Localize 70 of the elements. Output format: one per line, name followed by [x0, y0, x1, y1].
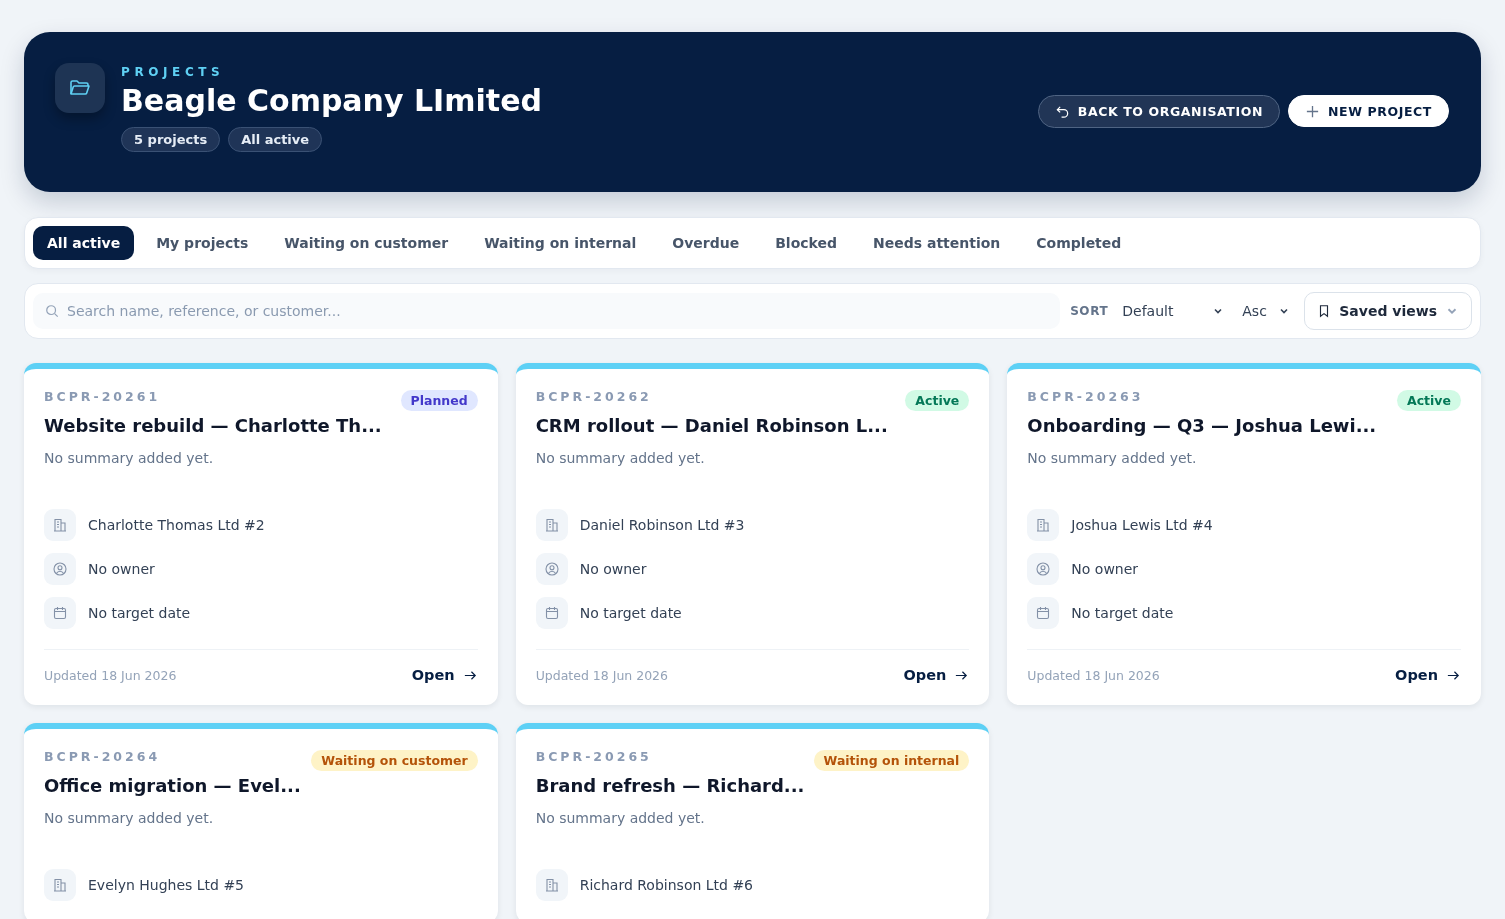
filter-tab[interactable]: Needs attention	[855, 226, 1019, 260]
calendar-icon	[1035, 605, 1052, 621]
project-reference: BCPR-20263	[1027, 389, 1144, 404]
user-icon	[543, 561, 560, 577]
updated-date: Updated 18 Jun 2026	[535, 667, 669, 683]
meta-text: Joshua Lewis Ltd #4	[1071, 517, 1213, 533]
project-reference: BCPR-20265	[535, 749, 652, 764]
filter-tab[interactable]: My projects	[138, 226, 267, 260]
project-reference: BCPR-20261	[44, 389, 161, 404]
section-label: PROJECTS	[121, 65, 226, 79]
filter-tab[interactable]: Blocked	[757, 226, 855, 260]
filter-tab[interactable]: Overdue	[654, 226, 758, 260]
user-icon	[1035, 561, 1052, 577]
meta-text: No target date	[88, 605, 191, 621]
project-reference: BCPR-20262	[535, 389, 652, 404]
building-icon	[543, 517, 560, 533]
project-title: Office migration — Evel...	[44, 775, 302, 796]
updated-date: Updated 18 Jun 2026	[1027, 667, 1160, 683]
sort-label: SORT	[1070, 304, 1109, 318]
status-badge: Active	[1397, 390, 1461, 411]
order-dropdown[interactable]: Asc	[1238, 303, 1295, 319]
meta-text: No target date	[1071, 605, 1174, 621]
project-summary: No summary added yet.	[44, 450, 215, 468]
open-link[interactable]: Open	[1395, 667, 1461, 683]
open-link[interactable]: Open	[411, 667, 478, 683]
building-icon	[543, 877, 560, 893]
filter-tab[interactable]: All active	[33, 226, 135, 260]
updated-date: Updated 18 Jun 2026	[44, 667, 177, 683]
meta-text: Charlotte Thomas Ltd #2	[88, 517, 265, 533]
project-summary: No summary added yet.	[1027, 450, 1198, 468]
project-title: Website rebuild — Charlotte Th...	[44, 415, 383, 436]
meta-text: No target date	[579, 605, 682, 621]
project-title: Onboarding — Q3 — Joshua Lewi...	[1027, 415, 1378, 436]
building-icon	[1035, 517, 1052, 533]
saved-views-button[interactable]: Saved views	[1304, 292, 1472, 330]
project-summary: No summary added yet.	[535, 810, 706, 828]
sort-dropdown[interactable]: Default	[1118, 303, 1229, 319]
project-reference: BCPR-20264	[44, 749, 161, 764]
plus-icon	[1304, 103, 1320, 119]
user-icon	[52, 561, 68, 577]
search-field[interactable]: Search name, reference, or customer...	[33, 293, 1061, 329]
count-chip: 5 projects	[121, 127, 221, 152]
meta-text: No owner	[88, 561, 155, 577]
filter-tab[interactable]: Waiting on internal	[466, 226, 655, 260]
project-title: Brand refresh — Richard...	[535, 775, 806, 796]
meta-text: Evelyn Hughes Ltd #5	[88, 877, 245, 893]
filter-tab[interactable]: Waiting on customer	[266, 226, 467, 260]
meta-text: Richard Robinson Ltd #6	[579, 877, 754, 893]
status-badge: Waiting on internal	[813, 750, 970, 771]
project-summary: No summary added yet.	[535, 450, 706, 468]
back-button[interactable]: BACK TO ORGANISATION	[1037, 95, 1280, 128]
count-chip: All active	[228, 127, 323, 152]
project-title: CRM rollout — Daniel Robinson L...	[535, 415, 889, 436]
meta-text: No owner	[579, 561, 647, 577]
status-badge: Active	[905, 390, 970, 411]
calendar-icon	[52, 605, 68, 621]
calendar-icon	[543, 605, 560, 621]
page-title: Beagle Company LImited	[121, 83, 542, 119]
building-icon	[52, 877, 68, 893]
return-arrow-icon	[1054, 104, 1070, 119]
building-icon	[52, 517, 68, 533]
open-link[interactable]: Open	[903, 667, 970, 683]
status-badge: Planned	[400, 390, 478, 411]
project-summary: No summary added yet.	[44, 810, 215, 828]
meta-text: Daniel Robinson Ltd #3	[579, 517, 745, 533]
filter-tab[interactable]: Completed	[1018, 226, 1140, 260]
search-icon	[45, 304, 59, 318]
status-badge: Waiting on customer	[311, 750, 478, 771]
new-project-button[interactable]: NEW PROJECT	[1287, 95, 1449, 127]
meta-text: No owner	[1071, 561, 1139, 577]
